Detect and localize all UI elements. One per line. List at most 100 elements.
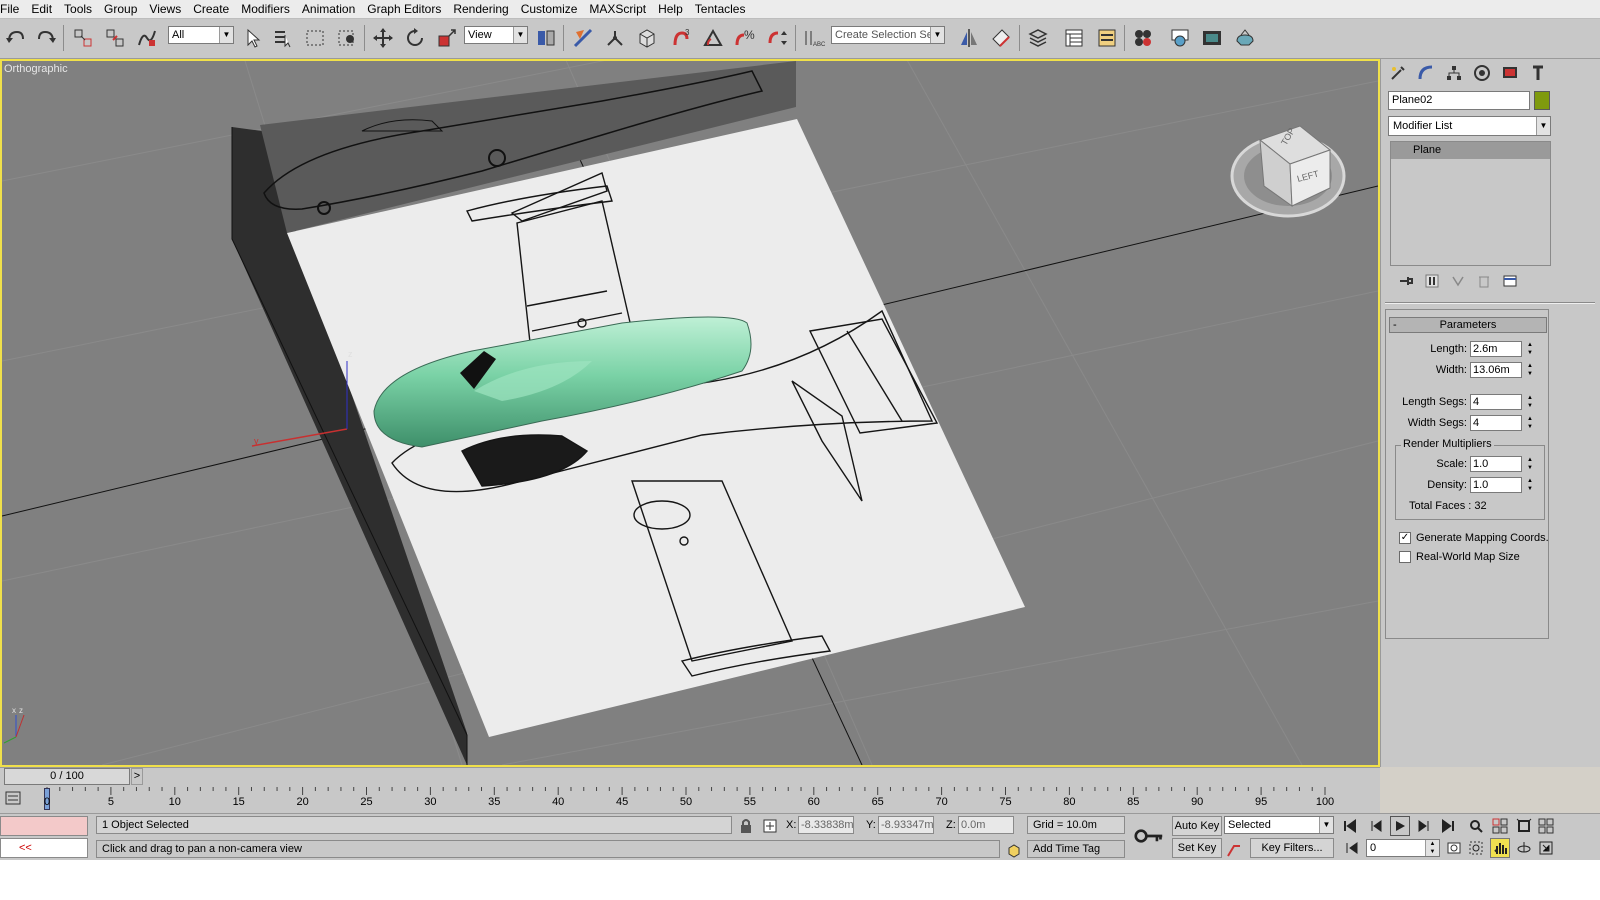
play-icon[interactable] xyxy=(1390,816,1410,836)
show-end-result-icon[interactable] xyxy=(1424,273,1440,289)
ribbon-icon[interactable] xyxy=(1061,25,1087,51)
parameters-rollout-header[interactable]: - Parameters xyxy=(1389,317,1547,333)
key-mode-dropdown[interactable]: Selected ▼ xyxy=(1224,816,1334,834)
angle-snap-icon[interactable] xyxy=(700,25,726,51)
key-mode-toggle-icon[interactable] xyxy=(1342,838,1362,858)
real-world-row[interactable]: Real-World Map Size xyxy=(1399,550,1520,564)
zoom-extents-icon[interactable] xyxy=(1514,816,1534,836)
menu-views[interactable]: Views xyxy=(143,0,187,19)
menu-modifiers[interactable]: Modifiers xyxy=(235,0,296,19)
keyboard-shortcut-icon[interactable] xyxy=(602,25,628,51)
orbit-icon[interactable] xyxy=(1514,838,1534,858)
modifier-list-dropdown[interactable]: Modifier List ▼ xyxy=(1388,116,1551,136)
configure-sets-icon[interactable] xyxy=(1502,273,1518,289)
maxscript-listener[interactable] xyxy=(0,816,88,836)
rotate-icon[interactable] xyxy=(402,25,428,51)
pan-icon[interactable] xyxy=(1490,838,1510,858)
lock-icon[interactable] xyxy=(736,816,756,836)
length-segs-field[interactable]: 4 xyxy=(1470,394,1522,410)
width-segs-spinner-icon[interactable]: ▲ ▼ xyxy=(1525,415,1535,431)
maximize-viewport-icon[interactable] xyxy=(1536,838,1556,858)
modify-tab-icon[interactable] xyxy=(1413,61,1439,85)
density-field[interactable]: 1.0 xyxy=(1470,477,1522,493)
stack-item-plane[interactable]: Plane xyxy=(1391,142,1550,159)
edit-named-selection-icon[interactable]: ABC xyxy=(801,25,827,51)
next-frame-button[interactable]: > xyxy=(131,768,143,785)
object-name-field[interactable]: Plane02 xyxy=(1388,91,1530,110)
menu-help[interactable]: Help xyxy=(652,0,689,19)
unlink-icon[interactable] xyxy=(102,25,128,51)
density-spinner-icon[interactable]: ▲ ▼ xyxy=(1525,477,1535,493)
viewport-orthographic[interactable]: y z x z Orthographic TOP LEFT xyxy=(0,59,1380,767)
menu-maxscript[interactable]: MAXScript xyxy=(583,0,652,19)
set-key-icon[interactable] xyxy=(1132,822,1166,850)
scale-field[interactable]: 1.0 xyxy=(1470,456,1522,472)
bind-spacewarp-icon[interactable] xyxy=(134,25,160,51)
mirror-icon[interactable] xyxy=(956,25,982,51)
menu-tentacles[interactable]: Tentacles xyxy=(689,0,752,19)
real-world-checkbox[interactable] xyxy=(1399,551,1411,563)
pin-stack-icon[interactable] xyxy=(1398,273,1414,289)
align-icon[interactable] xyxy=(988,25,1014,51)
render-setup-icon[interactable] xyxy=(1199,25,1225,51)
y-coord-field[interactable]: -8.93347m xyxy=(878,816,934,834)
move-icon[interactable] xyxy=(370,25,396,51)
auto-key-button[interactable]: Auto Key xyxy=(1172,816,1222,836)
snap-icon[interactable]: 3 xyxy=(668,25,694,51)
make-unique-icon[interactable] xyxy=(1450,273,1466,289)
current-frame-field[interactable]: 0 ▲ ▼ xyxy=(1366,839,1440,857)
width-spinner-icon[interactable]: ▲ ▼ xyxy=(1525,362,1535,378)
next-frame-icon[interactable] xyxy=(1414,816,1434,836)
render-icon[interactable] xyxy=(1232,25,1258,51)
ref-coord-dropdown[interactable]: View ▼ xyxy=(464,26,528,44)
gen-mapping-checkbox[interactable]: ✓ xyxy=(1399,532,1411,544)
motion-tab-icon[interactable] xyxy=(1469,61,1495,85)
curve-editor-icon[interactable] xyxy=(1094,25,1120,51)
pivot-icon[interactable] xyxy=(533,25,559,51)
menu-graph-editors[interactable]: Graph Editors xyxy=(361,0,447,19)
menu-group[interactable]: Group xyxy=(98,0,143,19)
menu-file[interactable]: File xyxy=(0,0,25,19)
zoom-extents-all-icon[interactable] xyxy=(1536,816,1556,836)
layer-manager-icon[interactable] xyxy=(1025,25,1051,51)
z-coord-field[interactable]: 0.0m xyxy=(958,816,1014,834)
menu-create[interactable]: Create xyxy=(187,0,235,19)
select-by-name-icon[interactable] xyxy=(270,25,296,51)
x-coord-field[interactable]: -8.33838m xyxy=(798,816,854,834)
window-crossing-icon[interactable] xyxy=(334,25,360,51)
length-spinner-icon[interactable]: ▲ ▼ xyxy=(1525,341,1535,357)
time-tag-icon[interactable] xyxy=(1004,840,1024,860)
time-slider-thumb[interactable]: 0 / 100 xyxy=(4,768,130,785)
menu-tools[interactable]: Tools xyxy=(58,0,98,19)
default-in-out-tangent-icon[interactable] xyxy=(1224,840,1244,860)
display-tab-icon[interactable] xyxy=(1497,61,1523,85)
time-slider[interactable]: 0 / 100 > xyxy=(0,767,1380,785)
gen-mapping-row[interactable]: ✓ Generate Mapping Coords. xyxy=(1399,531,1549,545)
width-segs-field[interactable]: 4 xyxy=(1470,415,1522,431)
maxscript-mini-listener[interactable]: << xyxy=(0,838,88,858)
previous-frame-icon[interactable] xyxy=(1366,816,1386,836)
select-link-icon[interactable] xyxy=(70,25,96,51)
length-field[interactable]: 2.6m xyxy=(1470,341,1522,357)
create-tab-icon[interactable] xyxy=(1385,61,1411,85)
undo-icon[interactable] xyxy=(3,25,29,51)
go-to-end-icon[interactable] xyxy=(1438,816,1458,836)
scale-icon[interactable] xyxy=(434,25,460,51)
zoom-all-icon[interactable] xyxy=(1490,816,1510,836)
go-to-start-icon[interactable] xyxy=(1340,816,1360,836)
named-selection-input[interactable]: Create Selection Set ▼ xyxy=(831,26,945,44)
hierarchy-tab-icon[interactable] xyxy=(1441,61,1467,85)
mini-curve-editor-icon[interactable] xyxy=(4,789,22,807)
time-configuration-icon[interactable] xyxy=(1444,838,1464,858)
absolute-mode-icon[interactable] xyxy=(760,816,780,836)
track-bar[interactable]: 0 5 10 15 20 25 30 35 40 45 50 55 60 65 70 75 80 85 90 95 10… xyxy=(0,785,1380,813)
length-segs-spinner-icon[interactable]: ▲ ▼ xyxy=(1525,394,1535,410)
region-zoom-icon[interactable] xyxy=(1466,838,1486,858)
selection-filter-dropdown[interactable]: All ▼ xyxy=(168,26,234,44)
scale-spinner-icon[interactable]: ▲ ▼ xyxy=(1525,456,1535,472)
redo-icon[interactable] xyxy=(33,25,59,51)
viewcube-icon[interactable]: TOP LEFT xyxy=(1230,116,1350,226)
menu-animation[interactable]: Animation xyxy=(296,0,361,19)
zoom-icon[interactable] xyxy=(1466,816,1486,836)
rect-region-icon[interactable] xyxy=(302,25,328,51)
